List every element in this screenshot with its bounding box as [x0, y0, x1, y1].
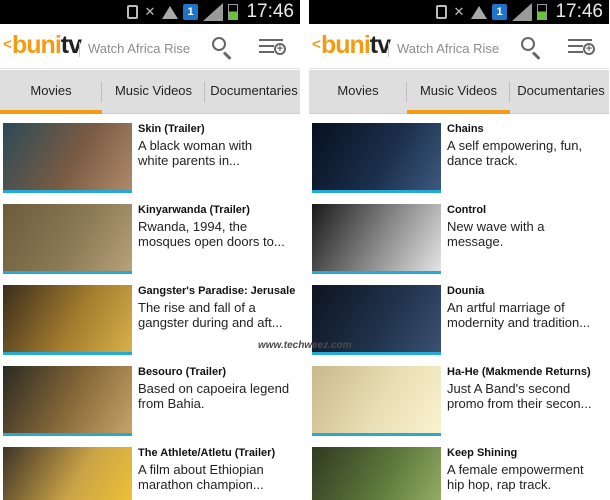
search-icon[interactable]: [212, 37, 234, 60]
video-list: Skin (Trailer) A black woman with white p…: [0, 114, 300, 500]
status-icons: ✕ 1: [436, 3, 547, 21]
video-title: Ha-He (Makmende Returns): [447, 366, 591, 378]
list-item[interactable]: Chains A self empowering, fun, dance trac…: [309, 114, 609, 195]
video-thumbnail[interactable]: [312, 123, 441, 193]
battery-icon: [537, 4, 547, 20]
video-title: Skin (Trailer): [138, 123, 205, 135]
video-title: Control: [447, 204, 487, 216]
watermark-text: www.techweez.com: [258, 340, 352, 351]
video-thumbnail[interactable]: [3, 123, 132, 193]
app-tagline: Watch Africa Rise: [397, 41, 500, 56]
video-list: Chains A self empowering, fun, dance trac…: [309, 114, 609, 500]
app-tagline: Watch Africa Rise: [88, 41, 191, 56]
mute-icon: ✕: [453, 4, 465, 19]
up-chevron-icon[interactable]: <: [312, 36, 321, 53]
video-thumbnail[interactable]: [3, 447, 132, 500]
video-title: The Athlete/Atletu (Trailer): [138, 447, 276, 459]
playlist-add-icon[interactable]: +: [568, 37, 596, 59]
video-title: Kinyarwanda (Trailer): [138, 204, 250, 216]
app-logo[interactable]: bunitv: [12, 31, 82, 60]
category-tabs: Movies Music Videos Documentaries: [0, 70, 300, 114]
tab-documentaries[interactable]: Documentaries: [510, 70, 609, 114]
list-item[interactable]: Skin (Trailer) A black woman with white p…: [0, 114, 300, 195]
list-item[interactable]: Ha-He (Makmende Returns) Just A Band's s…: [309, 357, 609, 438]
video-title: Gangster's Paradise: Jerusalema (Trailer…: [138, 285, 296, 297]
vibrate-icon: [436, 5, 447, 19]
action-bar: < bunitv Watch Africa Rise +: [0, 24, 300, 69]
list-item[interactable]: Keep Shining A female empowerment hip hop…: [309, 438, 609, 500]
video-description: Based on capoeira legend from Bahia.: [138, 381, 290, 411]
playlist-add-icon[interactable]: +: [259, 37, 287, 59]
vibrate-icon: [127, 5, 138, 19]
video-thumbnail[interactable]: [312, 447, 441, 500]
signal-icon: [512, 3, 532, 21]
phone-screen-movies: ✕ 1 17:46 < bunitv Watch Africa Rise + M…: [0, 0, 300, 500]
notification-badge: 1: [492, 4, 507, 20]
video-thumbnail[interactable]: [312, 366, 441, 436]
video-description: A film about Ethiopian marathon champion.…: [138, 462, 264, 492]
video-title: Keep Shining: [447, 447, 518, 459]
video-thumbnail[interactable]: [3, 285, 132, 355]
tab-movies[interactable]: Movies: [0, 70, 102, 114]
status-clock: 17:46: [246, 1, 294, 22]
video-thumbnail[interactable]: [3, 204, 132, 274]
video-description: The rise and fall of a gangster during an…: [138, 300, 283, 330]
video-title: Dounia: [447, 285, 485, 297]
screen-divider: [300, 0, 309, 500]
battery-icon: [228, 4, 238, 20]
video-title: Besouro (Trailer): [138, 366, 227, 378]
logo-divider: [388, 42, 389, 57]
video-description: A self empowering, fun, dance track.: [447, 138, 583, 168]
signal-icon: [203, 3, 223, 21]
list-item[interactable]: Gangster's Paradise: Jerusalema (Trailer…: [0, 276, 300, 357]
list-item[interactable]: The Athlete/Atletu (Trailer) A film abou…: [0, 438, 300, 500]
category-tabs: Movies Music Videos Documentaries: [309, 70, 609, 114]
wifi-icon: [162, 5, 178, 19]
video-thumbnail[interactable]: [312, 204, 441, 274]
app-logo[interactable]: bunitv: [321, 31, 391, 60]
status-bar: ✕ 1 17:46: [309, 0, 609, 24]
video-description: A female empowerment hip hop, rap track.: [447, 462, 584, 492]
notification-badge: 1: [183, 4, 198, 20]
action-bar: < bunitv Watch Africa Rise +: [309, 24, 609, 69]
video-thumbnail[interactable]: [3, 366, 132, 436]
status-bar: ✕ 1 17:46: [0, 0, 300, 24]
tab-music-videos[interactable]: Music Videos: [407, 70, 510, 114]
tab-movies[interactable]: Movies: [309, 70, 407, 114]
video-description: New wave with a message.: [447, 219, 545, 249]
list-item[interactable]: Dounia An artful marriage of modernity an…: [309, 276, 609, 357]
status-icons: ✕ 1: [127, 3, 238, 21]
phone-screen-music-videos: ✕ 1 17:46 < bunitv Watch Africa Rise + M…: [309, 0, 609, 500]
video-description: Rwanda, 1994, the mosques open doors to..…: [138, 219, 285, 249]
list-item[interactable]: Control New wave with a message.: [309, 195, 609, 276]
logo-divider: [79, 42, 80, 57]
list-item[interactable]: Besouro (Trailer) Based on capoeira lege…: [0, 357, 300, 438]
tab-documentaries[interactable]: Documentaries: [205, 70, 300, 114]
list-item[interactable]: Kinyarwanda (Trailer) Rwanda, 1994, the m…: [0, 195, 300, 276]
video-description: Just A Band's second promo from their sec…: [447, 381, 592, 411]
video-title: Chains: [447, 123, 484, 135]
screenshot-stage: ✕ 1 17:46 < bunitv Watch Africa Rise + M…: [0, 0, 610, 500]
wifi-icon: [471, 5, 487, 19]
tab-music-videos[interactable]: Music Videos: [102, 70, 205, 114]
mute-icon: ✕: [144, 4, 156, 19]
status-clock: 17:46: [555, 1, 603, 22]
video-description: An artful marriage of modernity and tradi…: [447, 300, 591, 330]
up-chevron-icon[interactable]: <: [3, 36, 12, 53]
video-description: A black woman with white parents in...: [138, 138, 253, 168]
search-icon[interactable]: [521, 37, 543, 60]
